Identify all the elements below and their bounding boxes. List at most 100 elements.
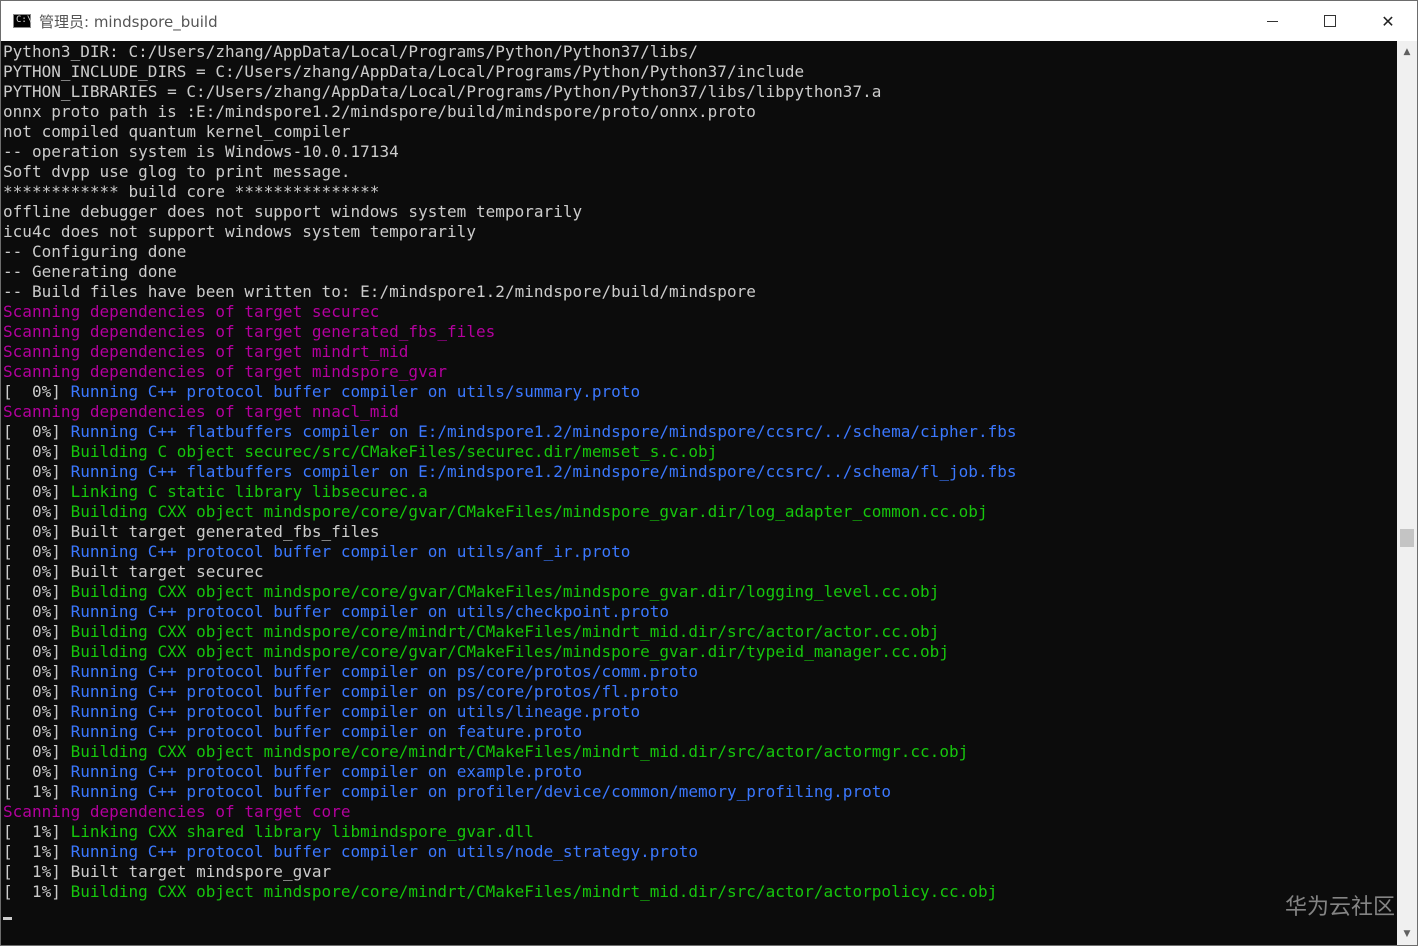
title-bar[interactable]: C:\ 管理员: mindspore_build ✕ xyxy=(1,1,1417,41)
console-line-text: Running C++ protocol buffer compiler on … xyxy=(70,762,583,781)
console-line-text: Running C++ flatbuffers compiler on E:/m… xyxy=(70,422,1017,441)
vertical-scrollbar[interactable]: ▲ ▼ xyxy=(1397,41,1417,945)
console-line: Scanning dependencies of target mindspor… xyxy=(3,362,1397,382)
cmd-app-icon[interactable]: C:\ xyxy=(13,14,32,28)
console-line: [ 0%] Running C++ protocol buffer compil… xyxy=(3,722,1397,742)
console-line: [ 0%] Running C++ protocol buffer compil… xyxy=(3,542,1397,562)
console-line: onnx proto path is :E:/mindspore1.2/mind… xyxy=(3,102,1397,122)
console-line-text: Built target generated_fbs_files xyxy=(70,522,380,541)
console-line-text: icu4c does not support windows system te… xyxy=(3,222,476,241)
progress-prefix: [ 0%] xyxy=(3,442,71,461)
window-title: 管理员: mindspore_build xyxy=(39,12,218,31)
console-output[interactable]: Python3_DIR: C:/Users/zhang/AppData/Loca… xyxy=(3,42,1397,942)
progress-prefix: [ 1%] xyxy=(3,862,71,881)
progress-prefix: [ 0%] xyxy=(3,742,71,761)
progress-prefix: [ 1%] xyxy=(3,822,71,841)
console-line: Scanning dependencies of target core xyxy=(3,802,1397,822)
console-line: [ 0%] Running C++ protocol buffer compil… xyxy=(3,702,1397,722)
close-button[interactable]: ✕ xyxy=(1359,1,1417,41)
progress-prefix: [ 0%] xyxy=(3,702,71,721)
console-line-text: Scanning dependencies of target core xyxy=(3,802,351,821)
console-line-text: Building CXX object mindspore/core/mindr… xyxy=(70,742,969,761)
console-line: PYTHON_INCLUDE_DIRS = C:/Users/zhang/App… xyxy=(3,62,1397,82)
console-line: [ 0%] Linking C static library libsecure… xyxy=(3,482,1397,502)
console-line: [ 1%] Linking CXX shared library libmind… xyxy=(3,822,1397,842)
console-line: Scanning dependencies of target securec xyxy=(3,302,1397,322)
console-line: [ 0%] Built target securec xyxy=(3,562,1397,582)
progress-prefix: [ 0%] xyxy=(3,482,71,501)
text-cursor xyxy=(3,917,12,920)
console-line: -- operation system is Windows-10.0.1713… xyxy=(3,142,1397,162)
console-line: [ 0%] Building CXX object mindspore/core… xyxy=(3,742,1397,762)
console-line: [ 0%] Built target generated_fbs_files xyxy=(3,522,1397,542)
progress-prefix: [ 0%] xyxy=(3,682,71,701)
console-line: -- Generating done xyxy=(3,262,1397,282)
console-line-text: -- operation system is Windows-10.0.1713… xyxy=(3,142,399,161)
console-line: [ 0%] Running C++ protocol buffer compil… xyxy=(3,602,1397,622)
console-line-text: -- Generating done xyxy=(3,262,177,281)
progress-prefix: [ 0%] xyxy=(3,642,71,661)
console-line: [ 0%] Building C object securec/src/CMak… xyxy=(3,442,1397,462)
progress-prefix: [ 0%] xyxy=(3,602,71,621)
console-line: [ 1%] Building CXX object mindspore/core… xyxy=(3,882,1397,902)
progress-prefix: [ 1%] xyxy=(3,782,71,801)
console-line-text: Scanning dependencies of target mindrt_m… xyxy=(3,342,409,361)
console-line-text: Building CXX object mindspore/core/gvar/… xyxy=(70,502,988,521)
console-line: [ 0%] Running C++ flatbuffers compiler o… xyxy=(3,422,1397,442)
console-line-text: Running C++ protocol buffer compiler on … xyxy=(70,542,631,561)
watermark-logo: 华为云社区 xyxy=(1284,895,1395,920)
minimize-icon xyxy=(1266,20,1278,22)
progress-prefix: [ 0%] xyxy=(3,762,71,781)
progress-prefix: [ 1%] xyxy=(3,842,71,861)
console-line: [ 0%] Running C++ flatbuffers compiler o… xyxy=(3,462,1397,482)
maximize-icon xyxy=(1324,15,1336,27)
progress-prefix: [ 0%] xyxy=(3,622,71,641)
maximize-button[interactable] xyxy=(1301,1,1359,41)
progress-prefix: [ 0%] xyxy=(3,382,71,401)
console-line: Soft dvpp use glog to print message. xyxy=(3,162,1397,182)
console-line: Scanning dependencies of target generate… xyxy=(3,322,1397,342)
console-line: [ 0%] Running C++ protocol buffer compil… xyxy=(3,762,1397,782)
console-line-text: Scanning dependencies of target generate… xyxy=(3,322,496,341)
console-line-text: Python3_DIR: C:/Users/zhang/AppData/Loca… xyxy=(3,42,699,61)
console-line-text: Linking C static library libsecurec.a xyxy=(70,482,428,501)
console-line-text: -- Build files have been written to: E:/… xyxy=(3,282,756,301)
console-line-text: Running C++ protocol buffer compiler on … xyxy=(70,782,892,801)
console-line-text: Building CXX object mindspore/core/mindr… xyxy=(70,622,940,641)
progress-prefix: [ 0%] xyxy=(3,542,71,561)
console-line-text: Running C++ protocol buffer compiler on … xyxy=(70,602,670,621)
console-line-text: Running C++ protocol buffer compiler on … xyxy=(70,662,699,681)
console-line: Scanning dependencies of target mindrt_m… xyxy=(3,342,1397,362)
progress-prefix: [ 0%] xyxy=(3,562,71,581)
console-prompt-line xyxy=(3,902,1397,922)
console-line-text: Running C++ flatbuffers compiler on E:/m… xyxy=(70,462,1017,481)
progress-prefix: [ 1%] xyxy=(3,882,71,901)
console-line-text: Running C++ protocol buffer compiler on … xyxy=(70,682,679,701)
progress-prefix: [ 0%] xyxy=(3,422,71,441)
scroll-down-arrow-icon[interactable]: ▼ xyxy=(1397,925,1417,943)
console-line-text: Built target securec xyxy=(70,562,264,581)
console-line: PYTHON_LIBRARIES = C:/Users/zhang/AppDat… xyxy=(3,82,1397,102)
scrollbar-thumb[interactable] xyxy=(1400,529,1414,547)
console-line-text: Running C++ protocol buffer compiler on … xyxy=(70,382,641,401)
minimize-button[interactable] xyxy=(1243,1,1301,41)
console-line: -- Build files have been written to: E:/… xyxy=(3,282,1397,302)
console-line: [ 0%] Running C++ protocol buffer compil… xyxy=(3,682,1397,702)
console-line-text: PYTHON_INCLUDE_DIRS = C:/Users/zhang/App… xyxy=(3,62,805,81)
console-line: [ 0%] Running C++ protocol buffer compil… xyxy=(3,662,1397,682)
console-line: [ 1%] Built target mindspore_gvar xyxy=(3,862,1397,882)
console-line-text: Scanning dependencies of target mindspor… xyxy=(3,362,448,381)
console-line: icu4c does not support windows system te… xyxy=(3,222,1397,242)
console-line-text: Running C++ protocol buffer compiler on … xyxy=(70,702,641,721)
console-line: [ 0%] Running C++ protocol buffer compil… xyxy=(3,382,1397,402)
console-line: ************ build core *************** xyxy=(3,182,1397,202)
scroll-up-arrow-icon[interactable]: ▲ xyxy=(1397,43,1417,61)
console-line: [ 0%] Building CXX object mindspore/core… xyxy=(3,642,1397,662)
console-line-text: Scanning dependencies of target securec xyxy=(3,302,380,321)
console-line: [ 0%] Building CXX object mindspore/core… xyxy=(3,582,1397,602)
console-line-text: Building C object securec/src/CMakeFiles… xyxy=(70,442,718,461)
console-line-text: PYTHON_LIBRARIES = C:/Users/zhang/AppDat… xyxy=(3,82,882,101)
console-window: C:\ 管理员: mindspore_build ✕ Python3_DIR: … xyxy=(0,0,1418,946)
console-line: Python3_DIR: C:/Users/zhang/AppData/Loca… xyxy=(3,42,1397,62)
console-line-text: not compiled quantum kernel_compiler xyxy=(3,122,351,141)
